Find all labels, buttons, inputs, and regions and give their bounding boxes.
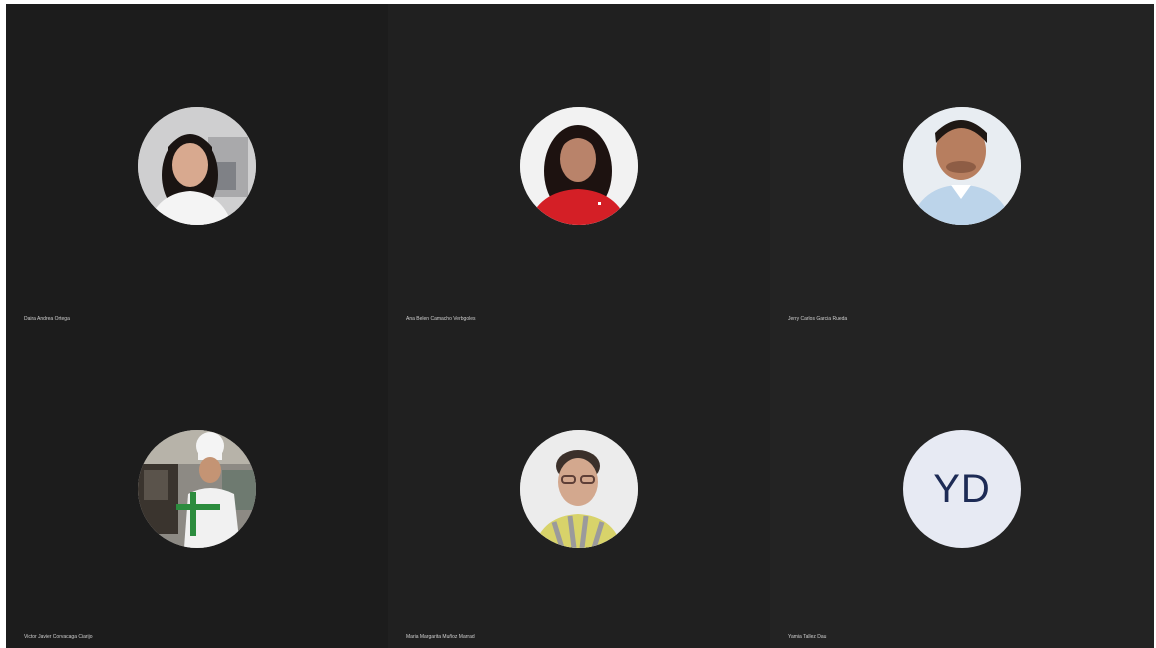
- participant-name: Yamia Tallez Dau: [788, 634, 827, 640]
- woman-portrait-icon: [138, 107, 256, 225]
- participant-initials: YD: [933, 466, 991, 511]
- participant-tile[interactable]: Victor Javier Corvacaga Ciarijo: [6, 330, 388, 648]
- participant-tile[interactable]: Ana Belen Camacho Verbgoles: [388, 4, 770, 330]
- participant-name: Jerry Carlos Garcia Rueda: [788, 316, 848, 322]
- video-call-grid: Daira Andrea Ortega Ana Belen Camacho Ve…: [6, 4, 1154, 648]
- woman-glasses-portrait-icon: [520, 430, 638, 548]
- participant-name: Daira Andrea Ortega: [24, 316, 70, 322]
- participant-tile[interactable]: Maria Margarita Muñoz Marrad: [388, 330, 770, 648]
- man-portrait-icon: [903, 107, 1021, 225]
- participant-avatar-photo: [903, 107, 1021, 225]
- participant-avatar-photo: [520, 430, 638, 548]
- participant-avatar-photo: [138, 107, 256, 225]
- participant-avatar-photo: [138, 430, 256, 548]
- participant-name: Ana Belen Camacho Verbgoles: [406, 316, 476, 322]
- participant-name: Maria Margarita Muñoz Marrad: [406, 634, 475, 640]
- chef-portrait-icon: [138, 430, 256, 548]
- woman-red-top-portrait-icon: [520, 107, 638, 225]
- initials-avatar-icon: YD: [903, 430, 1021, 548]
- participant-avatar-photo: [520, 107, 638, 225]
- participant-tile[interactable]: Jerry Carlos Garcia Rueda: [770, 4, 1154, 330]
- participant-tile[interactable]: YD Yamia Tallez Dau: [770, 330, 1154, 648]
- participant-tile[interactable]: Daira Andrea Ortega: [6, 4, 388, 330]
- participant-name: Victor Javier Corvacaga Ciarijo: [24, 634, 93, 640]
